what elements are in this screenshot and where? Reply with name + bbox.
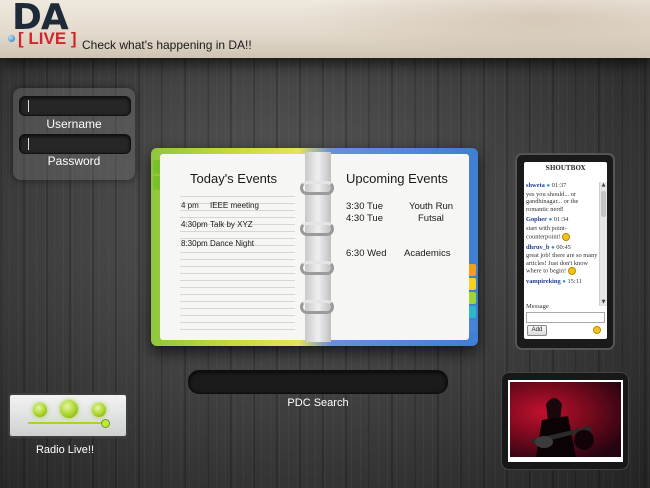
shoutbox-title: SHOUTBOX (545, 165, 586, 172)
shout-message: dhruv_b ● 00:45 great job! there are so … (526, 244, 598, 276)
text-caret (28, 138, 29, 150)
event-time: 4 pm (181, 201, 199, 210)
event-title[interactable]: Youth Run (409, 201, 453, 212)
pdc-search-input[interactable] (188, 370, 448, 394)
text-caret (28, 100, 29, 112)
add-button[interactable]: Add (527, 325, 547, 336)
speech-bubble-icon: ● (562, 279, 566, 286)
speech-bubble-icon: ● (548, 217, 553, 224)
scroll-thumb[interactable] (601, 191, 606, 217)
planner-tab[interactable] (469, 278, 476, 290)
shout-time: 00:45 (556, 243, 571, 251)
shout-time: 01:37 (551, 182, 567, 189)
event-title[interactable]: Futsal (418, 213, 444, 224)
shout-user[interactable]: shweta (526, 182, 545, 189)
event-time: 4:30pm (181, 220, 208, 229)
planner-tab[interactable] (469, 292, 476, 304)
event-title[interactable]: Academics (404, 248, 450, 259)
shout-text: yes you should... or gandhinagar... or t… (526, 190, 579, 213)
planner-tab[interactable] (469, 306, 476, 318)
binder-ring (300, 222, 334, 236)
login-panel: Username Password (13, 88, 135, 180)
shoutbox: SHOUTBOX shweta ● 01:37 yes you should..… (524, 162, 607, 339)
today-events-heading: Today's Events (190, 171, 278, 186)
volume-slider[interactable] (28, 422, 104, 424)
event-time: 6:30 Wed (346, 248, 387, 259)
password-label: Password (47, 154, 101, 168)
password-input[interactable] (19, 134, 131, 154)
shout-text: great job! there are so many articles! J… (526, 252, 598, 275)
planner-tab[interactable] (469, 264, 476, 276)
event-title[interactable]: Dance Night (210, 239, 254, 248)
next-icon[interactable] (92, 403, 106, 417)
shout-user[interactable]: vampireking (526, 278, 561, 285)
shout-user[interactable]: dhruv_b (526, 244, 549, 251)
shout-message: Gopher ● 01:34 start with point-counterp… (526, 216, 598, 241)
event-time: 8:30pm (181, 239, 208, 248)
guitarist-figure-icon (530, 398, 594, 457)
speech-bubble-icon: ● (546, 183, 551, 189)
event-time: 3:30 Tue (346, 201, 383, 212)
search-label: PDC Search (287, 397, 349, 409)
smiley-icon[interactable] (593, 326, 601, 334)
smiley-icon (562, 232, 571, 241)
play-icon[interactable] (60, 400, 78, 418)
shout-message: vampireking ● 15:11 (526, 278, 598, 287)
guitarist-photo[interactable] (508, 380, 623, 462)
shout-message: shweta ● 01:37 yes you should... or gand… (526, 182, 598, 213)
speech-bubble-icon: ● (551, 244, 555, 251)
smiley-icon (567, 267, 576, 276)
shout-time: 15:11 (567, 278, 582, 286)
username-input[interactable] (19, 96, 131, 116)
event-title[interactable]: IEEE meeting (210, 201, 259, 210)
photo-image (510, 382, 621, 457)
events-planner: Today's Events 4 pm IEEE meeting 4:30pm … (151, 148, 478, 346)
shout-text: start with point-counterpoint! (526, 224, 567, 241)
event-title[interactable]: Talk by XYZ (210, 220, 253, 229)
message-label: Message (526, 303, 549, 310)
binder-ring (300, 181, 334, 195)
shoutbox-scrollbar[interactable]: ▲ ▼ (599, 182, 607, 306)
upcoming-events-heading: Upcoming Events (346, 171, 448, 186)
tagline: Check what's happening in DA!! (82, 38, 252, 52)
previous-icon[interactable] (33, 403, 47, 417)
shout-time: 01:34 (553, 216, 569, 224)
volume-slider-knob[interactable] (101, 419, 110, 428)
event-time: 4:30 Tue (346, 213, 383, 224)
radio-label: Radio Live!! (35, 444, 95, 456)
shout-user[interactable]: Gopher (526, 216, 547, 223)
username-label: Username (46, 117, 102, 131)
ruled-lines (180, 190, 295, 330)
logo-live[interactable]: [ LIVE ] (18, 30, 77, 48)
shoutbox-messages: shweta ● 01:37 yes you should... or gand… (526, 182, 598, 306)
header-banner: DA [ LIVE ] Check what's happening in DA… (0, 0, 650, 58)
message-input[interactable] (526, 312, 605, 323)
planner-tab[interactable] (469, 320, 476, 332)
scroll-down-icon[interactable]: ▼ (600, 299, 607, 306)
scroll-up-icon[interactable]: ▲ (600, 182, 607, 189)
binder-ring (300, 261, 334, 275)
binder-ring (300, 300, 334, 314)
